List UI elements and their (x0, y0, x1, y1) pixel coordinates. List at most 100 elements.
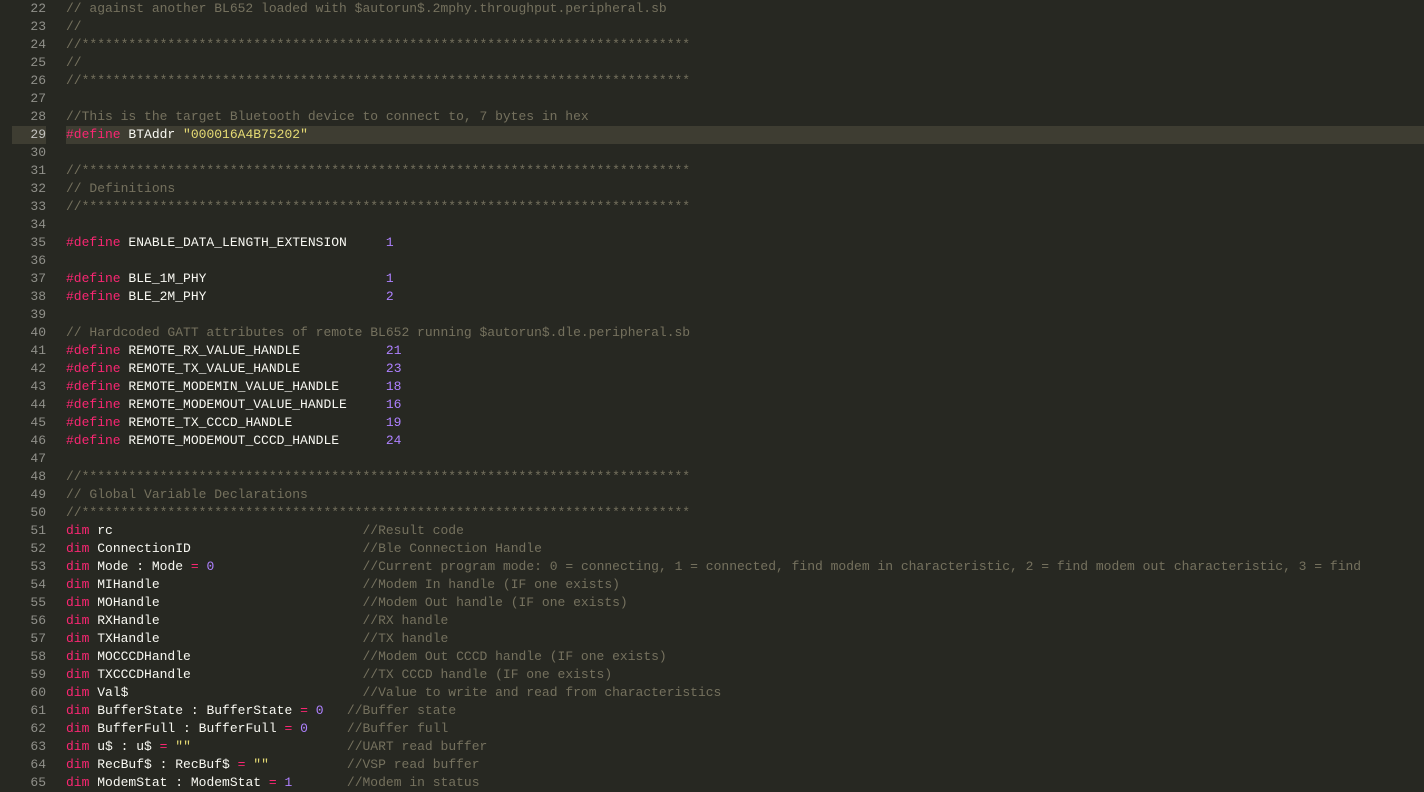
token-plain (160, 631, 363, 646)
line-number: 57 (12, 630, 46, 648)
token-name: BufferFull (97, 721, 175, 736)
code-line[interactable] (66, 450, 1424, 468)
line-number: 51 (12, 522, 46, 540)
code-line[interactable]: #define REMOTE_MODEMOUT_VALUE_HANDLE 16 (66, 396, 1424, 414)
code-line[interactable]: dim Mode : Mode = 0 //Current program mo… (66, 558, 1424, 576)
token-comment: //TX handle (362, 631, 448, 646)
code-line[interactable]: dim TXHandle //TX handle (66, 630, 1424, 648)
token-comment: //Result code (362, 523, 463, 538)
code-line[interactable]: dim rc //Result code (66, 522, 1424, 540)
code-line[interactable]: #define REMOTE_TX_VALUE_HANDLE 23 (66, 360, 1424, 378)
token-keyword: #define (66, 127, 121, 142)
line-number: 32 (12, 180, 46, 198)
token-comment: //**************************************… (66, 73, 690, 88)
code-line[interactable]: #define BLE_1M_PHY 1 (66, 270, 1424, 288)
line-number: 39 (12, 306, 46, 324)
code-line[interactable]: dim MIHandle //Modem In handle (IF one e… (66, 576, 1424, 594)
code-line[interactable] (66, 216, 1424, 234)
code-editor[interactable]: 2223242526272829303132333435363738394041… (0, 0, 1424, 789)
token-num: 2 (386, 289, 394, 304)
token-plain (214, 559, 362, 574)
code-line[interactable] (66, 144, 1424, 162)
token-comment: // (66, 19, 82, 34)
code-line[interactable]: //**************************************… (66, 504, 1424, 522)
line-number: 48 (12, 468, 46, 486)
token-plain (324, 703, 347, 718)
line-number: 26 (12, 72, 46, 90)
code-line[interactable]: #define BTAddr "000016A4B75202" (66, 126, 1424, 144)
code-line[interactable]: // Global Variable Declarations (66, 486, 1424, 504)
code-line[interactable] (66, 90, 1424, 108)
code-line[interactable]: dim u$ : u$ = "" //UART read buffer (66, 738, 1424, 756)
code-line[interactable]: #define ENABLE_DATA_LENGTH_EXTENSION 1 (66, 234, 1424, 252)
code-line[interactable]: #define REMOTE_MODEMIN_VALUE_HANDLE 18 (66, 378, 1424, 396)
token-comment: // Hardcoded GATT attributes of remote B… (66, 325, 690, 340)
code-line[interactable]: dim ConnectionID //Ble Connection Handle (66, 540, 1424, 558)
token-name: RXHandle (97, 613, 159, 628)
code-line[interactable]: #define REMOTE_RX_VALUE_HANDLE 21 (66, 342, 1424, 360)
token-num: 24 (386, 433, 402, 448)
line-number: 25 (12, 54, 46, 72)
token-num: 19 (386, 415, 402, 430)
code-line[interactable]: dim BufferFull : BufferFull = 0 //Buffer… (66, 720, 1424, 738)
code-line[interactable]: //**************************************… (66, 72, 1424, 90)
token-dim: dim (66, 631, 89, 646)
token-name: TXHandle (97, 631, 159, 646)
token-name: BLE_1M_PHY (128, 271, 206, 286)
code-line[interactable]: //**************************************… (66, 162, 1424, 180)
code-line[interactable]: // against another BL652 loaded with $au… (66, 0, 1424, 18)
code-line[interactable]: //This is the target Bluetooth device to… (66, 108, 1424, 126)
token-plain (206, 289, 385, 304)
code-line[interactable]: #define REMOTE_TX_CCCD_HANDLE 19 (66, 414, 1424, 432)
token-keyword: #define (66, 415, 121, 430)
code-line[interactable]: //**************************************… (66, 36, 1424, 54)
token-comment: //Buffer state (347, 703, 456, 718)
line-number: 33 (12, 198, 46, 216)
code-line[interactable]: dim RecBuf$ : RecBuf$ = "" //VSP read bu… (66, 756, 1424, 774)
token-keyword: #define (66, 433, 121, 448)
code-line[interactable]: // Definitions (66, 180, 1424, 198)
token-plain (128, 685, 362, 700)
token-comment: //Modem in status (347, 775, 480, 790)
code-line[interactable]: // (66, 54, 1424, 72)
token-name: TXCCCDHandle (97, 667, 191, 682)
code-area[interactable]: // against another BL652 loaded with $au… (54, 0, 1424, 789)
token-str: "" (253, 757, 269, 772)
code-line[interactable]: //**************************************… (66, 198, 1424, 216)
code-line[interactable]: dim Val$ //Value to write and read from … (66, 684, 1424, 702)
code-line[interactable] (66, 306, 1424, 324)
line-number: 64 (12, 756, 46, 774)
line-number: 38 (12, 288, 46, 306)
token-comment: //Current program mode: 0 = connecting, … (363, 559, 1362, 574)
token-plain (347, 235, 386, 250)
code-line[interactable]: dim MOHandle //Modem Out handle (IF one … (66, 594, 1424, 612)
token-plain (113, 523, 363, 538)
code-line[interactable]: dim TXCCCDHandle //TX CCCD handle (IF on… (66, 666, 1424, 684)
token-name: REMOTE_RX_VALUE_HANDLE (128, 343, 300, 358)
token-comment: // Definitions (66, 181, 175, 196)
line-number: 47 (12, 450, 46, 468)
code-line[interactable]: // Hardcoded GATT attributes of remote B… (66, 324, 1424, 342)
code-line[interactable]: dim BufferState : BufferState = 0 //Buff… (66, 702, 1424, 720)
line-number: 59 (12, 666, 46, 684)
token-dim: dim (66, 613, 89, 628)
token-num: 16 (386, 397, 402, 412)
token-plain (308, 721, 347, 736)
code-line[interactable]: #define BLE_2M_PHY 2 (66, 288, 1424, 306)
line-number: 49 (12, 486, 46, 504)
token-plain (191, 649, 363, 664)
token-name: REMOTE_MODEMIN_VALUE_HANDLE (128, 379, 339, 394)
code-line[interactable]: dim ModemStat : ModemStat = 1 //Modem in… (66, 774, 1424, 792)
code-line[interactable]: // (66, 18, 1424, 36)
code-line[interactable]: dim RXHandle //RX handle (66, 612, 1424, 630)
line-number: 65 (12, 774, 46, 792)
token-keyword: #define (66, 289, 121, 304)
code-line[interactable]: //**************************************… (66, 468, 1424, 486)
token-comment: //**************************************… (66, 505, 690, 520)
code-line[interactable]: #define REMOTE_MODEMOUT_CCCD_HANDLE 24 (66, 432, 1424, 450)
line-number: 60 (12, 684, 46, 702)
code-line[interactable] (66, 252, 1424, 270)
code-line[interactable]: dim MOCCCDHandle //Modem Out CCCD handle… (66, 648, 1424, 666)
token-name: Val$ (97, 685, 128, 700)
line-number: 35 (12, 234, 46, 252)
